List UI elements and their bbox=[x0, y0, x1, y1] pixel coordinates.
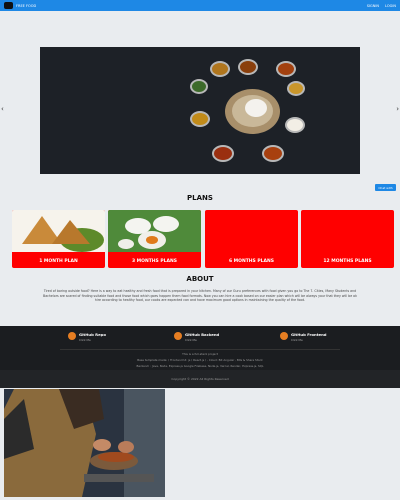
nav-link-login[interactable]: LOGIN bbox=[385, 4, 396, 8]
footer-frontend-stack: Base template made: ( Frontend UI: js ( … bbox=[137, 358, 263, 362]
github-icon bbox=[68, 332, 76, 340]
chat-button[interactable]: Chat with bbox=[375, 184, 396, 191]
github-icon bbox=[174, 332, 182, 340]
thali-food-image bbox=[190, 59, 305, 164]
nav-links: SIGNIN LOGIN bbox=[367, 4, 396, 8]
repo-title: GitHub Frontend bbox=[291, 332, 327, 337]
carousel-next-icon[interactable]: › bbox=[396, 106, 399, 113]
plan-card-1-month[interactable]: 1 MONTH PLAN bbox=[12, 210, 105, 268]
repo-sub: Click Me bbox=[291, 338, 303, 342]
chef-cooking-image bbox=[4, 389, 165, 497]
carousel-slide-image bbox=[40, 47, 360, 174]
github-repo-link[interactable]: GitHub Repo Click Me bbox=[68, 332, 106, 342]
samosa-image bbox=[12, 210, 105, 252]
about-title: ABOUT bbox=[186, 275, 214, 283]
copyright-text: Copyright © 2022 All Rights Reserved bbox=[171, 377, 229, 381]
footer-divider bbox=[60, 349, 340, 350]
plans-title: PLANS bbox=[187, 194, 213, 202]
about-text: Tired of boring outside food? Here is a … bbox=[43, 289, 357, 303]
repo-sub: Click Me bbox=[185, 338, 197, 342]
github-icon bbox=[280, 332, 288, 340]
repo-title: GitHub Repo bbox=[79, 332, 106, 337]
plan-label: 3 MONTHS PLANS bbox=[131, 259, 178, 264]
plan-card-12-months[interactable]: 12 MONTHS PLANS bbox=[301, 210, 394, 268]
github-backend-link[interactable]: GitHub Backend Click Me bbox=[174, 332, 219, 342]
github-frontend-link[interactable]: GitHub Frontend Click Me bbox=[280, 332, 327, 342]
chef-logo-icon[interactable] bbox=[4, 2, 13, 9]
plan-label: 12 MONTHS PLANS bbox=[323, 259, 372, 264]
footer-backend-stack: Backend: : Java, Node, Express.js Google… bbox=[136, 364, 264, 368]
plan-card-6-months[interactable]: 6 MONTHS PLANS bbox=[205, 210, 298, 268]
idli-image bbox=[108, 210, 201, 252]
nav-link-signin[interactable]: SIGNIN bbox=[367, 4, 379, 8]
plan-card-3-months[interactable]: 3 MONTHS PLANS bbox=[108, 210, 201, 268]
footer-heading: This is a full-stack project bbox=[182, 352, 218, 356]
plan-label: 6 MONTHS PLANS bbox=[228, 259, 275, 264]
repo-title: GitHub Backend bbox=[185, 332, 220, 337]
brand-name[interactable]: FREE FOOD bbox=[16, 4, 36, 8]
plans-list: 1 MONTH PLAN 3 MONTHS PLANS 6 MONTHS PLA… bbox=[12, 210, 394, 268]
repo-sub: Click Me bbox=[79, 338, 91, 342]
carousel-prev-icon[interactable]: ‹ bbox=[1, 106, 4, 113]
plan-label: 1 MONTH PLAN bbox=[39, 259, 78, 264]
navbar: FREE FOOD SIGNIN LOGIN bbox=[0, 0, 400, 11]
repo-links: GitHub Repo Click Me GitHub Backend Clic… bbox=[0, 332, 400, 346]
chef-cooking-photo bbox=[4, 389, 165, 497]
